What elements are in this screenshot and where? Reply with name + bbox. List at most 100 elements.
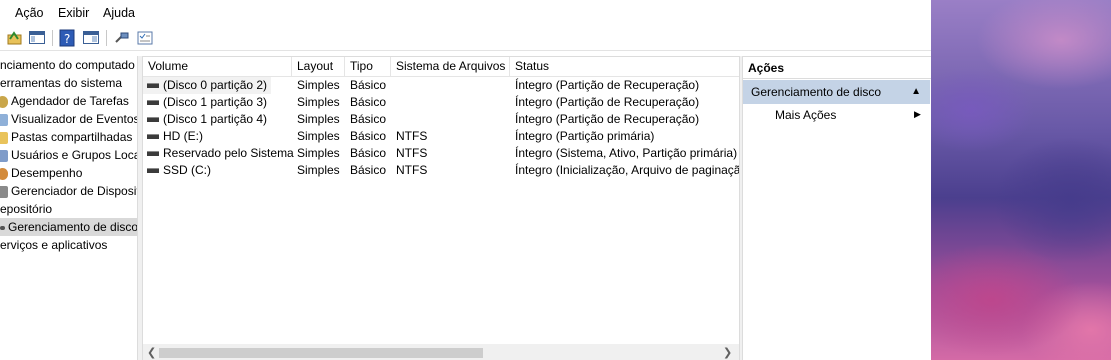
volume-icon <box>147 134 159 140</box>
submenu-arrow-icon: ▶ <box>914 109 921 119</box>
actions-section-label: Gerenciamento de disco <box>751 85 882 99</box>
actions-pane: Ações Gerenciamento de disco ▲ Mais Açõe… <box>742 56 931 360</box>
type-cell: Básico <box>350 78 387 92</box>
toolbar-separator <box>106 30 107 46</box>
tree-item-label: Gerenciador de Disposit <box>11 184 138 198</box>
tree-item-label: epositório <box>0 202 53 216</box>
status-cell: Íntegro (Partição de Recuperação) <box>515 78 700 92</box>
performance-icon <box>0 167 8 180</box>
status-cell: Íntegro (Sistema, Ativo, Partição primár… <box>515 146 738 160</box>
menu-bar: Ação Exibir Ajuda <box>0 0 931 26</box>
volume-icon <box>147 168 159 174</box>
table-row[interactable]: (Disco 1 partição 3) Simples Básico Ínte… <box>143 94 740 111</box>
tree-item-shared-folders[interactable]: Pastas compartilhadas <box>0 128 132 146</box>
layout-cell: Simples <box>297 146 340 160</box>
tree-item-storage[interactable]: epositório <box>0 200 52 218</box>
up-folder-icon[interactable] <box>6 29 24 47</box>
column-header-status[interactable]: Status <box>510 57 740 76</box>
tree-item-disk-management[interactable]: Gerenciamento de disco <box>0 218 138 236</box>
table-row[interactable]: (Disco 1 partição 4) Simples Básico Ínte… <box>143 111 740 128</box>
volume-name: SSD (C:) <box>163 163 211 177</box>
type-cell: Básico <box>350 146 387 160</box>
scrollbar-thumb[interactable] <box>159 348 483 358</box>
column-header-file-system[interactable]: Sistema de Arquivos <box>391 57 510 76</box>
volume-cell: (Disco 1 partição 4) <box>143 111 294 128</box>
status-cell: Íntegro (Inicialização, Arquivo de pagin… <box>515 163 740 177</box>
volume-name: (Disco 1 partição 3) <box>163 95 268 109</box>
table-row[interactable]: Reservado pelo Sistema Simples Básico NT… <box>143 145 740 162</box>
tree-item-label: erviços e aplicativos <box>0 238 108 252</box>
volume-list: Volume Layout Tipo Sistema de Arquivos S… <box>142 56 740 360</box>
tree-item-system-tools[interactable]: erramentas do sistema <box>0 74 122 92</box>
console-tree: nciamento do computado erramentas do sis… <box>0 56 138 360</box>
list-header: Volume Layout Tipo Sistema de Arquivos S… <box>143 57 740 77</box>
type-cell: Básico <box>350 129 387 143</box>
column-header-layout[interactable]: Layout <box>292 57 345 76</box>
status-cell: Íntegro (Partição de Recuperação) <box>515 95 700 109</box>
volume-name: HD (E:) <box>163 129 203 143</box>
tree-item-event-viewer[interactable]: Visualizador de Eventos <box>0 110 138 128</box>
desktop-wallpaper <box>931 0 1111 360</box>
file-system-cell: NTFS <box>396 129 428 143</box>
volume-icon <box>147 151 159 157</box>
type-cell: Básico <box>350 95 387 109</box>
table-row[interactable]: SSD (C:) Simples Básico NTFS Íntegro (In… <box>143 162 740 179</box>
tree-item-label: Usuários e Grupos Loca <box>11 148 138 162</box>
status-cell: Íntegro (Partição de Recuperação) <box>515 112 700 126</box>
scroll-right-icon[interactable]: ❯ <box>723 346 732 359</box>
toolbar-separator <box>52 30 53 46</box>
shared-folders-icon <box>0 131 8 144</box>
layout-cell: Simples <box>297 78 340 92</box>
volume-icon <box>147 117 159 123</box>
layout-cell: Simples <box>297 112 340 126</box>
help-icon[interactable]: ? <box>58 29 76 47</box>
file-system-cell: NTFS <box>396 163 428 177</box>
tree-item-task-scheduler[interactable]: Agendador de Tarefas <box>0 92 129 110</box>
volume-name: (Disco 1 partição 4) <box>163 112 268 126</box>
properties-icon[interactable] <box>136 29 154 47</box>
volume-cell: SSD (C:) <box>143 162 294 179</box>
svg-text:?: ? <box>64 32 70 46</box>
toolbar: ? <box>0 26 931 51</box>
computer-management-window: Ação Exibir Ajuda ? nciamento do computa… <box>0 0 931 360</box>
type-cell: Básico <box>350 112 387 126</box>
volume-cell: Reservado pelo Sistema <box>143 145 294 162</box>
tree-item-services-applications[interactable]: erviços e aplicativos <box>0 236 107 254</box>
show-hide-tree-icon[interactable] <box>28 29 46 47</box>
actions-title: Ações <box>743 57 931 79</box>
tree-item-label: Agendador de Tarefas <box>11 94 129 108</box>
tree-item-performance[interactable]: Desempenho <box>0 164 82 182</box>
collapse-triangle-icon[interactable]: ▲ <box>911 80 921 104</box>
volume-cell: (Disco 1 partição 3) <box>143 94 294 111</box>
tree-item-computer-management[interactable]: nciamento do computado <box>0 56 135 74</box>
table-row[interactable]: (Disco 0 partição 2) Simples Básico Ínte… <box>143 77 740 94</box>
horizontal-scrollbar[interactable]: ❮ ❯ <box>143 344 740 360</box>
column-header-type[interactable]: Tipo <box>345 57 391 76</box>
menu-ajuda[interactable]: Ajuda <box>103 6 135 20</box>
tree-item-device-manager[interactable]: Gerenciador de Disposit <box>0 182 138 200</box>
connect-icon[interactable] <box>113 29 131 47</box>
tree-item-label: Gerenciamento de disco <box>8 220 138 234</box>
volume-cell: (Disco 0 partição 2) <box>143 77 271 94</box>
menu-exibir[interactable]: Exibir <box>58 6 89 20</box>
users-groups-icon <box>0 149 8 162</box>
tree-item-label: Desempenho <box>11 166 83 180</box>
scroll-left-icon[interactable]: ❮ <box>147 346 156 359</box>
event-viewer-icon <box>0 113 8 126</box>
layout-cell: Simples <box>297 95 340 109</box>
disk-management-icon <box>0 225 5 230</box>
type-cell: Básico <box>350 163 387 177</box>
tree-item-label: Visualizador de Eventos <box>11 112 138 126</box>
volume-icon <box>147 83 159 89</box>
menu-acao[interactable]: Ação <box>15 6 44 20</box>
show-hide-action-pane-icon[interactable] <box>82 29 100 47</box>
column-header-volume[interactable]: Volume <box>143 57 292 76</box>
status-cell: Íntegro (Partição primária) <box>515 129 655 143</box>
device-manager-icon <box>0 185 8 198</box>
actions-section-disk-management[interactable]: Gerenciamento de disco ▲ <box>743 80 930 104</box>
layout-cell: Simples <box>297 163 340 177</box>
tree-item-label: Pastas compartilhadas <box>11 130 133 144</box>
table-row[interactable]: HD (E:) Simples Básico NTFS Íntegro (Par… <box>143 128 740 145</box>
more-actions-link[interactable]: Mais Ações <box>775 108 836 122</box>
tree-item-local-users-groups[interactable]: Usuários e Grupos Loca <box>0 146 138 164</box>
